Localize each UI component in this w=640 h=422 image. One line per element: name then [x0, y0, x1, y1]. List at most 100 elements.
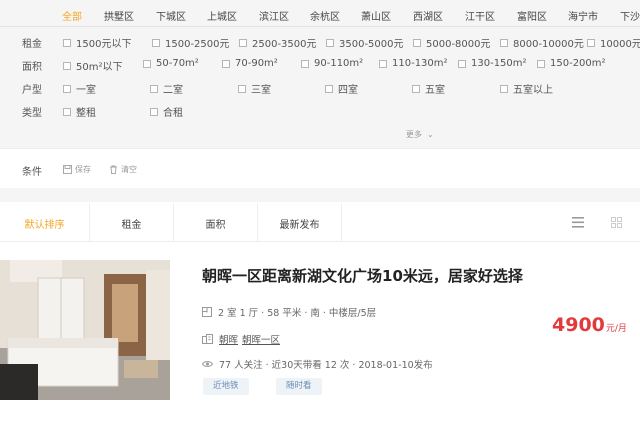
- sort-bar: 默认排序 租金 面积 最新发布: [0, 204, 640, 242]
- checkbox[interactable]: [587, 38, 595, 47]
- chevron-down-icon: ⌄: [427, 130, 434, 139]
- condition-label: 条件: [22, 167, 42, 178]
- region-xihu[interactable]: 西湖区: [413, 8, 443, 23]
- sort-tab-default[interactable]: 默认排序: [0, 204, 90, 242]
- filter-option[interactable]: 5000-8000元: [413, 35, 491, 50]
- grid-view-icon[interactable]: [611, 217, 622, 228]
- filter-label-type: 类型: [22, 108, 42, 119]
- price-value: 4900: [552, 314, 605, 336]
- region-yuhang[interactable]: 余杭区: [310, 8, 340, 23]
- listing-stats-text: 77 人关注 · 近30天带看 12 次 · 2018-01-10发布: [219, 360, 433, 371]
- filter-option[interactable]: 130-150m²: [458, 58, 527, 69]
- listing-card[interactable]: 朝晖一区距离新湖文化广场10米远，居家好选择 2 室 1 厅 · 58 平米 ·…: [0, 250, 640, 422]
- filter-option[interactable]: 2500-3500元: [239, 35, 317, 50]
- save-button[interactable]: 保存: [63, 164, 91, 175]
- checkbox[interactable]: [222, 59, 230, 68]
- sort-tab-newest[interactable]: 最新发布: [258, 204, 342, 242]
- filter-option[interactable]: 五室以上: [500, 81, 553, 96]
- more-label: 更多: [406, 130, 422, 139]
- section-separator: [0, 188, 640, 202]
- checkbox[interactable]: [326, 38, 334, 47]
- filter-label-area: 面积: [22, 62, 42, 73]
- sort-tab-rent[interactable]: 租金: [90, 204, 174, 242]
- region-haining[interactable]: 海宁市: [568, 8, 598, 23]
- filter-option[interactable]: 50-70m²: [143, 58, 199, 69]
- region-shangcheng[interactable]: 上城区: [207, 8, 237, 23]
- filter-option[interactable]: 二室: [150, 81, 183, 96]
- region-jianggan[interactable]: 江干区: [465, 8, 495, 23]
- checkbox[interactable]: [379, 59, 387, 68]
- filter-option[interactable]: 8000-10000元: [500, 35, 584, 50]
- region-binjiang[interactable]: 滨江区: [259, 8, 289, 23]
- filter-row-area: 面积 50m²以下 50-70m² 70-90m² 90-110m² 110-1…: [0, 55, 640, 75]
- community-area-link[interactable]: 朝晖: [219, 332, 238, 346]
- tag-anytime-viewing: 随时看: [276, 378, 322, 395]
- filter-option[interactable]: 110-130m²: [379, 58, 448, 69]
- filter-option[interactable]: 一室: [63, 81, 96, 96]
- save-icon: [63, 165, 72, 174]
- filter-row-type: 类型 整租 合租: [0, 101, 640, 121]
- checkbox[interactable]: [152, 38, 160, 47]
- listing-price: 4900元/月: [552, 314, 627, 336]
- checkbox[interactable]: [143, 59, 151, 68]
- listing-info: 2 室 1 厅 · 58 平米 · 南 · 中楼层/5层: [202, 305, 376, 319]
- checkbox[interactable]: [63, 107, 71, 116]
- listing-stats: 77 人关注 · 近30天带看 12 次 · 2018-01-10发布: [202, 357, 433, 371]
- checkbox[interactable]: [150, 84, 158, 93]
- checkbox[interactable]: [325, 84, 333, 93]
- checkbox[interactable]: [537, 59, 545, 68]
- tag-near-subway: 近地铁: [203, 378, 249, 395]
- filter-label-layout: 户型: [22, 85, 42, 96]
- save-label: 保存: [75, 165, 91, 174]
- region-xiacheng[interactable]: 下城区: [156, 8, 186, 23]
- listing-title[interactable]: 朝晖一区距离新湖文化广场10米远，居家好选择: [202, 265, 523, 286]
- checkbox[interactable]: [150, 107, 158, 116]
- filter-option[interactable]: 10000元: [587, 35, 640, 50]
- filter-option[interactable]: 90-110m²: [301, 58, 363, 69]
- filter-option[interactable]: 1500-2500元: [152, 35, 230, 50]
- checkbox[interactable]: [238, 84, 246, 93]
- region-gongshu[interactable]: 拱墅区: [104, 8, 134, 23]
- region-xiaoshan[interactable]: 萧山区: [361, 8, 391, 23]
- trash-icon: [110, 165, 117, 174]
- filter-option[interactable]: 合租: [150, 104, 183, 119]
- filter-row-rent: 租金 1500元以下 1500-2500元 2500-3500元 3500-50…: [0, 32, 640, 52]
- checkbox[interactable]: [63, 61, 71, 70]
- community-name-link[interactable]: 朝晖一区: [242, 332, 280, 346]
- sort-tab-area[interactable]: 面积: [174, 204, 258, 242]
- floorplan-icon: [202, 307, 212, 317]
- room-photo-image: [0, 260, 170, 400]
- checkbox[interactable]: [500, 84, 508, 93]
- listing-community: 朝晖 朝晖一区: [202, 332, 280, 346]
- price-unit: 元/月: [605, 324, 627, 334]
- checkbox[interactable]: [412, 84, 420, 93]
- filter-option[interactable]: 70-90m²: [222, 58, 278, 69]
- filter-label-rent: 租金: [22, 39, 42, 50]
- filter-option[interactable]: 整租: [63, 104, 96, 119]
- checkbox[interactable]: [500, 38, 508, 47]
- checkbox[interactable]: [239, 38, 247, 47]
- checkbox[interactable]: [63, 38, 71, 47]
- checkbox[interactable]: [413, 38, 421, 47]
- list-view-icon[interactable]: [572, 217, 584, 228]
- filter-option[interactable]: 150-200m²: [537, 58, 606, 69]
- filter-row-layout: 户型 一室 二室 三室 四室 五室 五室以上: [0, 78, 640, 98]
- filter-option[interactable]: 1500元以下: [63, 35, 131, 50]
- filter-panel: 全部 拱墅区 下城区 上城区 滨江区 余杭区 萧山区 西湖区 江干区 富阳区 海…: [0, 0, 640, 148]
- checkbox[interactable]: [458, 59, 466, 68]
- region-xiasha[interactable]: 下沙: [620, 8, 640, 23]
- checkbox[interactable]: [63, 84, 71, 93]
- listing-photo[interactable]: [0, 260, 170, 400]
- region-fuyang[interactable]: 富阳区: [517, 8, 547, 23]
- filter-option[interactable]: 四室: [325, 81, 358, 96]
- filter-option[interactable]: 3500-5000元: [326, 35, 404, 50]
- filter-option[interactable]: 50m²以下: [63, 58, 122, 73]
- filter-option[interactable]: 五室: [412, 81, 445, 96]
- filter-option[interactable]: 三室: [238, 81, 271, 96]
- region-all[interactable]: 全部: [62, 8, 82, 23]
- clear-button[interactable]: 清空: [109, 164, 137, 175]
- condition-bar: 条件 保存 清空: [0, 148, 640, 188]
- more-button[interactable]: 更多 ⌄: [406, 129, 434, 140]
- checkbox[interactable]: [301, 59, 309, 68]
- building-icon: [202, 334, 213, 344]
